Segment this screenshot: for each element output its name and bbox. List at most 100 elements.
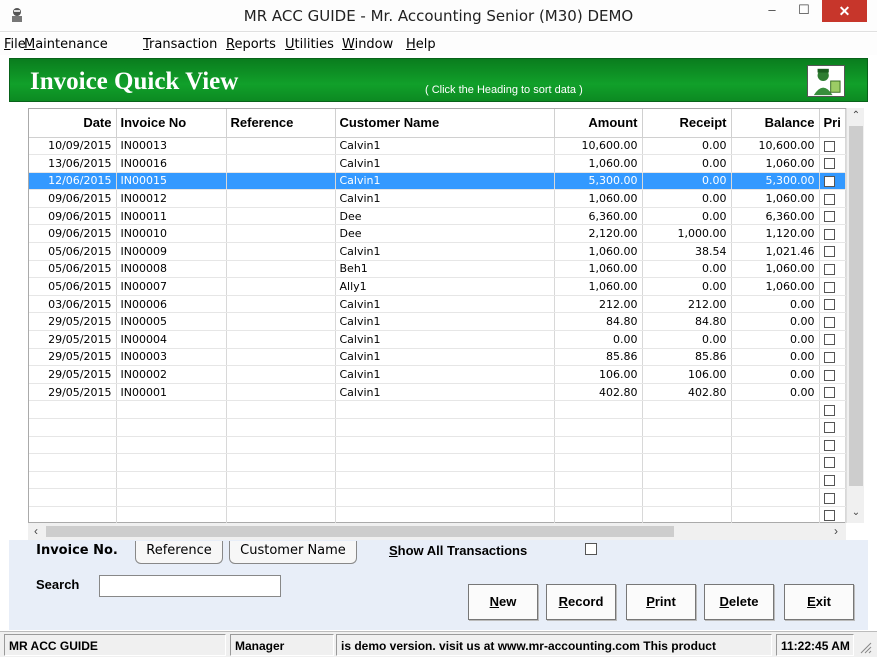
empty-cell [335, 436, 555, 455]
cell-invoice-no: IN00002 [116, 365, 227, 384]
show-all-transactions-checkbox[interactable] [585, 543, 597, 555]
empty-cell [29, 471, 117, 490]
column-header-invoice-no[interactable]: Invoice No [116, 109, 227, 138]
tab-reference[interactable]: Reference [135, 541, 223, 564]
resize-grip-icon[interactable] [858, 640, 872, 654]
print-checkbox[interactable] [823, 140, 835, 152]
scroll-down-icon[interactable]: ⌄ [847, 505, 865, 521]
print-button[interactable]: Print [626, 584, 696, 620]
menu-file[interactable]: File [4, 37, 26, 52]
column-header-balance[interactable]: Balance [731, 109, 820, 138]
menu-utilities[interactable]: Utilities [285, 37, 334, 52]
horizontal-scroll-thumb[interactable] [46, 526, 674, 537]
cell-balance: 1,060.00 [731, 277, 820, 296]
cell-reference [226, 330, 336, 349]
table-row[interactable]: 03/06/2015 IN00006 Calvin1 212.00 212.00 0.00 [29, 295, 846, 314]
cell-amount: 1,060.00 [554, 242, 643, 261]
vertical-scroll-thumb[interactable] [849, 126, 863, 486]
cell-date: 05/06/2015 [29, 260, 117, 279]
print-checkbox[interactable] [823, 492, 835, 504]
cell-date: 03/06/2015 [29, 295, 117, 314]
cell-reference [226, 295, 336, 314]
print-checkbox[interactable] [823, 351, 835, 363]
vertical-scrollbar[interactable]: ⌃ ⌄ [846, 108, 864, 523]
tab-customer-name[interactable]: Customer Name [229, 541, 357, 564]
table-row[interactable]: 09/06/2015 IN00011 Dee 6,360.00 0.00 6,360.00 [29, 207, 846, 226]
delete-button[interactable]: Delete [704, 584, 774, 620]
exit-button[interactable]: Exit [784, 584, 854, 620]
cell-reference [226, 207, 336, 226]
print-checkbox[interactable] [823, 422, 835, 434]
column-header-reference[interactable]: Reference [226, 109, 336, 138]
menu-window[interactable]: Window [342, 37, 393, 52]
print-checkbox[interactable] [823, 281, 835, 293]
cell-receipt: 0.00 [642, 330, 732, 349]
scroll-right-icon[interactable]: › [828, 523, 844, 540]
search-input[interactable] [99, 575, 281, 597]
maximize-button[interactable]: ☐ [790, 0, 818, 22]
cell-amount: 402.80 [554, 383, 643, 402]
table-row[interactable]: 05/06/2015 IN00008 Beh1 1,060.00 0.00 1,060.0… [29, 260, 846, 279]
print-checkbox[interactable] [823, 369, 835, 381]
empty-cell [554, 400, 643, 419]
column-header-customer-name[interactable]: Customer Name [335, 109, 555, 138]
column-header-date[interactable]: Date [29, 109, 117, 138]
invoice-grid[interactable]: Date Invoice No Reference Customer Name … [28, 108, 864, 525]
empty-row [29, 418, 846, 437]
print-checkbox[interactable] [823, 299, 835, 311]
new-button[interactable]: New [468, 584, 538, 620]
table-row[interactable]: 29/05/2015 IN00003 Calvin1 85.86 85.86 0.00 [29, 348, 846, 367]
close-button[interactable]: ✕ [822, 0, 867, 22]
print-checkbox[interactable] [823, 404, 835, 416]
scroll-left-icon[interactable]: ‹ [28, 523, 44, 540]
scroll-up-icon[interactable]: ⌃ [847, 108, 865, 124]
print-checkbox[interactable] [823, 228, 835, 240]
cell-reference [226, 189, 336, 208]
table-row[interactable]: 10/09/2015 IN00013 Calvin1 10,600.00 0.00 10,… [29, 137, 846, 156]
cell-print [819, 453, 846, 472]
table-row[interactable]: 29/05/2015 IN00001 Calvin1 402.80 402.80 0.00 [29, 383, 846, 402]
cell-print [819, 506, 846, 525]
menu-transaction[interactable]: Transaction [143, 37, 217, 52]
print-checkbox[interactable] [823, 175, 835, 187]
horizontal-scrollbar[interactable]: ‹ › [28, 523, 846, 540]
cell-invoice-no: IN00012 [116, 189, 227, 208]
print-checkbox[interactable] [823, 334, 835, 346]
print-checkbox[interactable] [823, 263, 835, 275]
print-checkbox[interactable] [823, 387, 835, 399]
menu-reports[interactable]: Reports [226, 37, 276, 52]
menu-maintenance[interactable]: Maintenance [24, 37, 108, 52]
print-checkbox[interactable] [823, 439, 835, 451]
print-checkbox[interactable] [823, 316, 835, 328]
cell-amount: 0.00 [554, 330, 643, 349]
table-row[interactable]: 29/05/2015 IN00002 Calvin1 106.00 106.00 0.00 [29, 365, 846, 384]
table-row[interactable]: 12/06/2015 IN00015 Calvin1 5,300.00 0.00 5,30… [29, 172, 846, 191]
tab-invoice-no[interactable]: Invoice No. [31, 541, 123, 564]
cell-customer-name: Calvin1 [335, 348, 555, 367]
print-checkbox[interactable] [823, 246, 835, 258]
table-row[interactable]: 05/06/2015 IN00007 Ally1 1,060.00 0.00 1,060.… [29, 277, 846, 296]
column-header-receipt[interactable]: Receipt [642, 109, 732, 138]
table-row[interactable]: 09/06/2015 IN00012 Calvin1 1,060.00 0.00 1,06… [29, 189, 846, 208]
print-checkbox[interactable] [823, 510, 835, 522]
empty-cell [335, 471, 555, 490]
print-checkbox[interactable] [823, 211, 835, 223]
table-row[interactable]: 29/05/2015 IN00005 Calvin1 84.80 84.80 0.00 [29, 312, 846, 332]
minimize-button[interactable]: – [758, 0, 786, 22]
table-row[interactable]: 13/06/2015 IN00016 Calvin1 1,060.00 0.00 1,06… [29, 154, 846, 173]
cell-print [819, 400, 846, 419]
column-header-amount[interactable]: Amount [554, 109, 643, 138]
table-row[interactable]: 09/06/2015 IN00010 Dee 2,120.00 1,000.00 1,12… [29, 224, 846, 244]
menu-help[interactable]: Help [406, 37, 436, 52]
table-row[interactable]: 29/05/2015 IN00004 Calvin1 0.00 0.00 0.00 [29, 330, 846, 349]
table-row[interactable]: 05/06/2015 IN00009 Calvin1 1,060.00 38.54 1,0… [29, 242, 846, 261]
print-checkbox[interactable] [823, 475, 835, 487]
print-checkbox[interactable] [823, 193, 835, 205]
record-button[interactable]: Record [546, 584, 616, 620]
print-checkbox[interactable] [823, 457, 835, 469]
empty-cell [29, 488, 117, 507]
cell-customer-name: Calvin1 [335, 172, 555, 191]
print-checkbox[interactable] [823, 158, 835, 170]
empty-row [29, 436, 846, 455]
column-header-print[interactable]: Pri [819, 109, 846, 138]
